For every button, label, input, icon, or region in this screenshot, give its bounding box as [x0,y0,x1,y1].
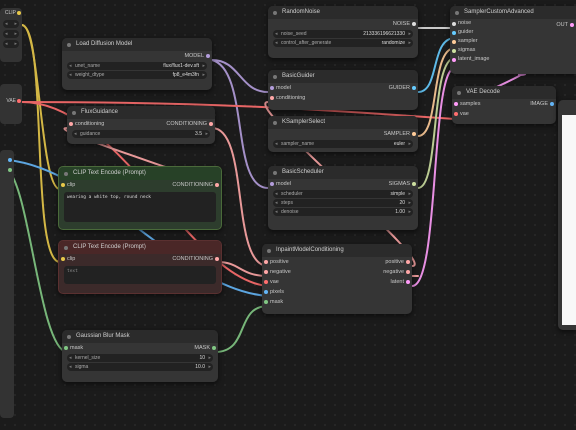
conditioning-row[interactable]: conditioning CONDITIONING [67,119,215,129]
samples-row[interactable]: samples IMAGE [452,99,556,109]
node-title[interactable]: FluxGuidance [67,106,215,119]
node-title[interactable]: SamplerCustomAdvanced [450,6,576,19]
node-basic-scheduler[interactable]: BasicScheduler model SIGMAS schedulersim… [268,166,418,230]
node-title[interactable]: Gaussian Blur Mask [62,330,218,343]
sigmas-input[interactable]: sigmas [450,46,576,55]
model-row[interactable]: model GUIDER [268,83,418,93]
mask-input[interactable]: mask [262,297,412,307]
clip-row[interactable]: clip CONDITIONING [59,254,221,264]
weight-dtype-widget[interactable]: weight_dtypefp8_e4m3fn [67,71,207,79]
clip-output[interactable]: CLIP [0,8,22,18]
node-clip-text-encode-positive[interactable]: CLIP Text Encode (Prompt) clip CONDITION… [58,166,222,230]
left-node-vae-loader[interactable]: VAE [0,84,22,124]
node-title[interactable]: CLIP Text Encode (Prompt) [59,241,221,254]
mask-output-dot[interactable] [8,168,12,172]
left-widget-1[interactable] [3,20,19,28]
node-sampler-custom-advanced[interactable]: SamplerCustomAdvanced noise guider sampl… [450,6,576,74]
node-gaussian-blur-mask[interactable]: Gaussian Blur Mask mask MASK kernel_size… [62,330,218,382]
output-label: OUT [556,20,576,30]
left-node-checkpoint[interactable]: CLIP [0,8,22,62]
node-load-diffusion-model[interactable]: Load Diffusion Model MODEL unet_nameflux… [62,38,212,90]
node-title[interactable]: BasicGuider [268,70,418,83]
model-output[interactable]: MODEL [62,51,212,61]
steps-widget[interactable]: steps20 [273,199,413,207]
node-ksampler-select[interactable]: KSamplerSelect SAMPLER sampler_nameeuler [268,116,418,152]
control-after-generate-widget[interactable]: control_after_generaterandomize [273,39,413,47]
positive-row[interactable]: positive positive [262,257,412,267]
model-row[interactable]: model SIGMAS [268,179,418,189]
node-title[interactable]: BasicScheduler [268,166,418,179]
node-title[interactable]: RandomNoise [268,6,418,19]
node-basic-guider[interactable]: BasicGuider model GUIDER conditioning [268,70,418,110]
clip-row[interactable]: clip CONDITIONING [59,180,221,190]
left-node-load-image[interactable] [0,150,14,418]
node-title[interactable]: InpaintModelConditioning [262,244,412,257]
prompt-textarea[interactable]: wearing a white top, round neck [64,192,216,222]
node-title[interactable]: Load Diffusion Model [62,38,212,51]
sampler-name-widget[interactable]: sampler_nameeuler [273,140,413,148]
conditioning-input[interactable]: conditioning [268,93,418,103]
image-output-dot[interactable] [8,158,12,162]
node-random-noise[interactable]: RandomNoise NOISE noise_seed213336196621… [268,6,418,58]
node-title[interactable]: KSamplerSelect [268,116,418,129]
sigma-widget[interactable]: sigma10.0 [67,363,213,371]
negative-row[interactable]: negative negative [262,267,412,277]
node-inpaint-model-conditioning[interactable]: InpaintModelConditioning positive positi… [262,244,412,314]
unet-name-widget[interactable]: unet_nameflux/flux1-dev.sft [67,62,207,70]
latent-image-input[interactable]: latent_image [450,55,576,64]
prompt-textarea[interactable]: text [64,266,216,284]
node-flux-guidance[interactable]: FluxGuidance conditioning CONDITIONING g… [67,106,215,144]
vae-input[interactable]: vae [452,109,556,119]
node-vae-decode[interactable]: VAE Decode samples IMAGE vae [452,86,556,124]
sampler-output[interactable]: SAMPLER [268,129,418,139]
guidance-widget[interactable]: guidance3.5 [72,130,210,138]
sampler-input[interactable]: sampler [450,37,576,46]
vae-row[interactable]: vae latent [262,277,412,287]
left-widget-3[interactable] [3,40,19,48]
vae-output[interactable]: VAE [0,96,22,106]
scheduler-widget[interactable]: schedulersimple [273,190,413,198]
node-title[interactable]: CLIP Text Encode (Prompt) [59,167,221,180]
preview-image [562,115,576,325]
mask-row[interactable]: mask MASK [62,343,218,353]
noise-output[interactable]: NOISE [268,19,418,29]
noise-seed-widget[interactable]: noise_seed213336196621330 [273,30,413,38]
pixels-input[interactable]: pixels [262,287,412,297]
left-widget-2[interactable] [3,30,19,38]
node-title[interactable]: VAE Decode [452,86,556,99]
denoise-widget[interactable]: denoise1.00 [273,208,413,216]
kernel-size-widget[interactable]: kernel_size10 [67,354,213,362]
node-clip-text-encode-negative[interactable]: CLIP Text Encode (Prompt) clip CONDITION… [58,240,222,294]
